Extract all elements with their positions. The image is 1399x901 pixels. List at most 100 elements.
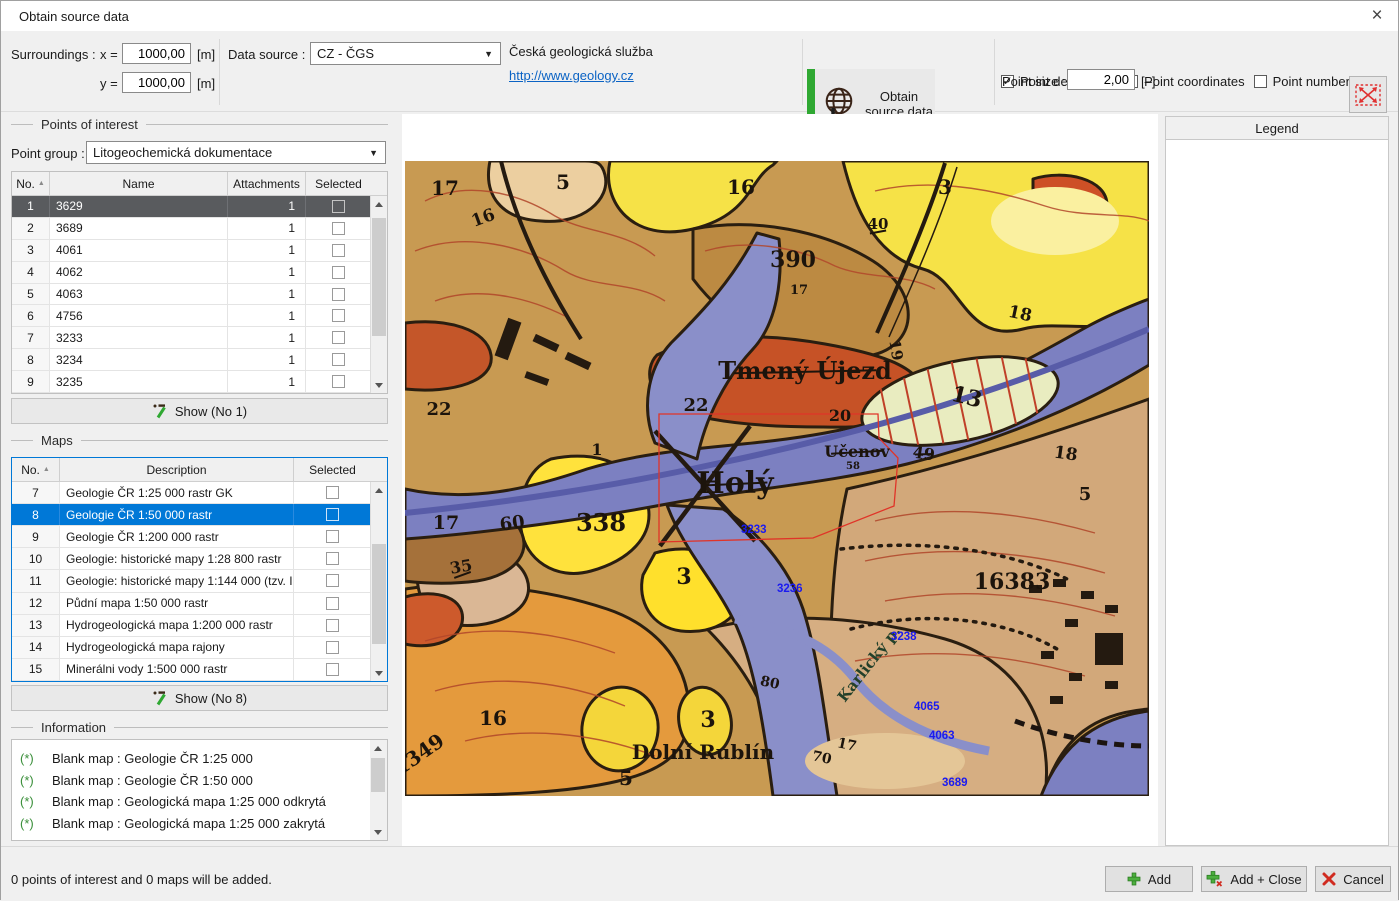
- table-row[interactable]: 14Hydrogeologická mapa rajony: [12, 637, 387, 659]
- table-row[interactable]: 647561: [12, 305, 387, 327]
- information-section-title: Information: [41, 720, 106, 735]
- row-checkbox[interactable]: [326, 641, 339, 654]
- point-size-input[interactable]: [1067, 69, 1135, 90]
- show-point-button[interactable]: Show (No 1): [11, 398, 388, 424]
- table-row[interactable]: 10Geologie: historické mapy 1:28 800 ras…: [12, 548, 387, 570]
- legend-title: Legend: [1166, 117, 1388, 140]
- table-row[interactable]: 236891: [12, 218, 387, 240]
- y-label: y =: [100, 76, 118, 91]
- row-checkbox[interactable]: [332, 353, 345, 366]
- row-checkbox[interactable]: [332, 331, 345, 344]
- show-icon: [152, 690, 168, 706]
- scroll-up-icon[interactable]: [371, 196, 387, 212]
- maps-header-description[interactable]: Description: [60, 458, 294, 481]
- chevron-down-icon: ▼: [484, 49, 493, 59]
- add-close-button[interactable]: Add + Close: [1201, 866, 1307, 892]
- information-item: (*)Blank map : Geologická mapa 1:25 000 …: [20, 791, 387, 813]
- table-row[interactable]: 8Geologie ČR 1:50 000 rastr: [12, 504, 387, 526]
- close-icon[interactable]: ×: [1364, 3, 1390, 29]
- row-checkbox[interactable]: [332, 288, 345, 301]
- data-source-value: CZ - ČGS: [317, 46, 374, 61]
- add-button[interactable]: Add: [1105, 866, 1193, 892]
- scrollbar-thumb[interactable]: [371, 758, 385, 792]
- table-row[interactable]: 11Geologie: historické mapy 1:144 000 (t…: [12, 570, 387, 592]
- row-checkbox[interactable]: [326, 597, 339, 610]
- row-checkbox[interactable]: [332, 375, 345, 388]
- table-row[interactable]: 832341: [12, 349, 387, 371]
- provider-link[interactable]: http://www.geology.cz: [509, 68, 634, 83]
- maps-scrollbar[interactable]: [370, 482, 387, 681]
- row-checkbox[interactable]: [326, 619, 339, 632]
- table-row[interactable]: 9Geologie ČR 1:200 000 rastr: [12, 526, 387, 548]
- plus-icon: [1127, 872, 1141, 886]
- map-label: 17: [431, 176, 459, 200]
- information-item: (*)Blank map : Geologie ČR 1:50 000: [20, 770, 387, 792]
- data-source-select[interactable]: CZ - ČGS ▼: [310, 42, 501, 65]
- table-row[interactable]: 732331: [12, 327, 387, 349]
- row-checkbox[interactable]: [332, 200, 345, 213]
- scroll-down-icon[interactable]: [370, 824, 386, 840]
- y-unit: [m]: [197, 76, 215, 91]
- display-option[interactable]: Point number: [1254, 74, 1350, 89]
- row-checkbox[interactable]: [326, 552, 339, 565]
- table-row[interactable]: 15Minerálni vody 1:500 000 rastr: [12, 659, 387, 681]
- toolbar: Surroundings : x = [m] y = [m] Data sour…: [1, 31, 1398, 112]
- information-list: (*)Blank map : Geologie ČR 1:25 000(*)Bl…: [20, 748, 387, 834]
- scroll-up-icon[interactable]: [370, 740, 386, 756]
- maps-table: No.▲ Description Selected 7Geologie ČR 1…: [11, 457, 388, 682]
- information-box: (*)Blank map : Geologie ČR 1:25 000(*)Bl…: [11, 739, 388, 841]
- table-row[interactable]: 12Půdní mapa 1:50 000 rastr: [12, 593, 387, 615]
- row-checkbox[interactable]: [332, 244, 345, 257]
- surroundings-label: Surroundings :: [11, 47, 96, 62]
- show-map-button[interactable]: Show (No 8): [11, 685, 388, 711]
- row-checkbox[interactable]: [332, 309, 345, 322]
- scrollbar-thumb[interactable]: [372, 218, 386, 336]
- row-checkbox[interactable]: [332, 266, 345, 279]
- row-checkbox[interactable]: [326, 663, 339, 676]
- row-checkbox[interactable]: [326, 574, 339, 587]
- table-row[interactable]: 440621: [12, 262, 387, 284]
- point-group-label: Point group :: [11, 146, 85, 161]
- row-checkbox[interactable]: [326, 508, 339, 521]
- maps-header-selected[interactable]: Selected: [294, 458, 371, 481]
- points-scrollbar[interactable]: [370, 196, 387, 393]
- information-scrollbar[interactable]: [370, 740, 387, 840]
- points-header-name[interactable]: Name: [50, 172, 228, 195]
- map-label: 60: [498, 511, 526, 535]
- checkbox[interactable]: [1254, 75, 1267, 88]
- surroundings-x-input[interactable]: [122, 43, 191, 64]
- row-checkbox[interactable]: [332, 222, 345, 235]
- map-label: 20: [829, 406, 851, 425]
- zoom-extents-button[interactable]: [1349, 76, 1387, 113]
- table-row[interactable]: 7Geologie ČR 1:25 000 rastr GK: [12, 482, 387, 504]
- maps-table-header: No.▲ Description Selected: [12, 458, 387, 482]
- points-header-attachments[interactable]: Attachments: [228, 172, 306, 195]
- points-table-body: 1362912368913406114406215406316475617323…: [12, 196, 387, 393]
- map-canvas[interactable]: 1716516340390171819222220Tmený ÚjezdUčen…: [405, 161, 1149, 796]
- show-icon: [152, 403, 168, 419]
- table-row[interactable]: 540631: [12, 284, 387, 306]
- map-point-label: 4063: [929, 730, 955, 742]
- scroll-down-icon[interactable]: [371, 377, 387, 393]
- points-header-selected[interactable]: Selected: [306, 172, 371, 195]
- cancel-button[interactable]: Cancel: [1315, 866, 1391, 892]
- map-point-label: 3236: [777, 583, 803, 595]
- maps-header-no[interactable]: No.▲: [12, 458, 60, 481]
- points-header-no[interactable]: No.▲: [12, 172, 50, 195]
- scroll-up-icon[interactable]: [371, 482, 387, 498]
- dialog-title: Obtain source data: [19, 9, 129, 24]
- scroll-down-icon[interactable]: [371, 665, 387, 681]
- information-item: (*)Blank map : Geologická mapa 1:25 000 …: [20, 813, 387, 835]
- map-label: 3: [700, 707, 715, 733]
- table-row[interactable]: 932351: [12, 371, 387, 393]
- row-checkbox[interactable]: [326, 530, 339, 543]
- row-checkbox[interactable]: [326, 486, 339, 499]
- table-row[interactable]: 13Hydrogeologická mapa 1:200 000 rastr: [12, 615, 387, 637]
- data-source-label: Data source :: [228, 47, 305, 62]
- point-group-select[interactable]: Litogeochemická dokumentace ▼: [86, 141, 386, 164]
- surroundings-y-input[interactable]: [122, 72, 191, 93]
- scrollbar-thumb[interactable]: [372, 544, 386, 644]
- table-row[interactable]: 340611: [12, 240, 387, 262]
- map-label: 17: [790, 283, 808, 298]
- table-row[interactable]: 136291: [12, 196, 387, 218]
